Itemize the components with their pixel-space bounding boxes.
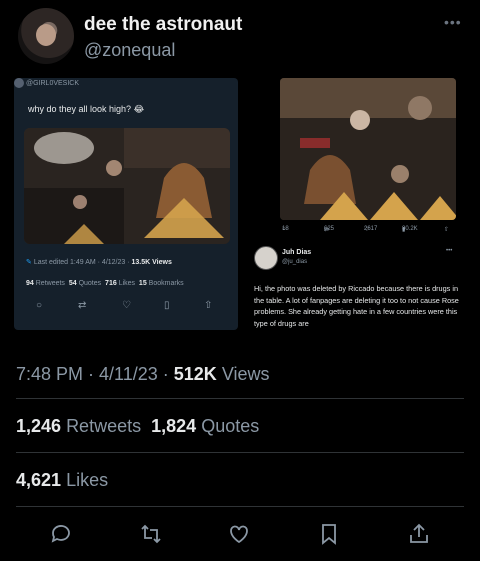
embedded-edited-line: ✎ Last edited 1:49 AM · 4/12/23 · 13.5K … xyxy=(26,259,172,266)
divider xyxy=(16,452,464,453)
author-display-name[interactable]: dee the astronaut xyxy=(84,14,242,36)
more-options-icon[interactable]: ••• xyxy=(444,14,468,30)
more-options-icon: ••• xyxy=(446,248,453,254)
retweet-icon[interactable] xyxy=(138,522,164,546)
views-count: 512K xyxy=(173,364,217,384)
divider xyxy=(16,398,464,399)
embedded-photo-right xyxy=(280,78,456,220)
like-icon: ♡ xyxy=(122,300,131,311)
retweet-icon: ⇄ xyxy=(78,300,87,311)
retweet-quote-counts: 1,246 Retweets 1,824 Quotes xyxy=(16,416,259,437)
reply-author-name: Juh Dias xyxy=(282,249,312,256)
share-icon: ⇧ xyxy=(204,300,213,311)
embedded-avatar xyxy=(14,78,24,88)
embedded-handle: @GIRL0VESICK xyxy=(26,80,80,87)
reply-author-avatar xyxy=(254,246,278,270)
retweets-link[interactable]: 1,246 Retweets xyxy=(16,416,141,436)
embedded-photo-left xyxy=(24,128,230,244)
like-icon[interactable] xyxy=(226,522,252,546)
likes-count[interactable]: 4,621 Likes xyxy=(16,470,108,491)
share-icon: ⇧ xyxy=(444,227,450,233)
bookmark-icon[interactable] xyxy=(316,522,342,546)
share-icon[interactable] xyxy=(406,522,432,546)
embedded-action-row: ○ ⇄ ♡ ▯ ⇧ xyxy=(26,300,226,316)
divider xyxy=(16,506,464,507)
embedded-stats: 94 Retweets 54 Quotes 716 Likes 15 Bookm… xyxy=(26,280,184,287)
tweet-timestamp: 7:48 PM · 4/11/23 · 512K Views xyxy=(16,364,270,384)
reply-icon: ○ xyxy=(36,300,43,311)
avatar[interactable] xyxy=(18,8,74,64)
reply-text: Hi, the photo was deleted by Riccado bec… xyxy=(254,284,459,328)
embedded-tweet-text: why do they all look high? 😂 xyxy=(28,104,145,114)
reply-author-handle: @ju_dias xyxy=(282,259,308,265)
bookmark-icon: ▯ xyxy=(164,300,170,311)
author-handle[interactable]: @zonequal xyxy=(84,40,175,61)
tweet-action-bar xyxy=(16,518,464,550)
reply-icon[interactable] xyxy=(48,522,74,546)
quotes-link[interactable]: 1,824 Quotes xyxy=(151,416,259,436)
